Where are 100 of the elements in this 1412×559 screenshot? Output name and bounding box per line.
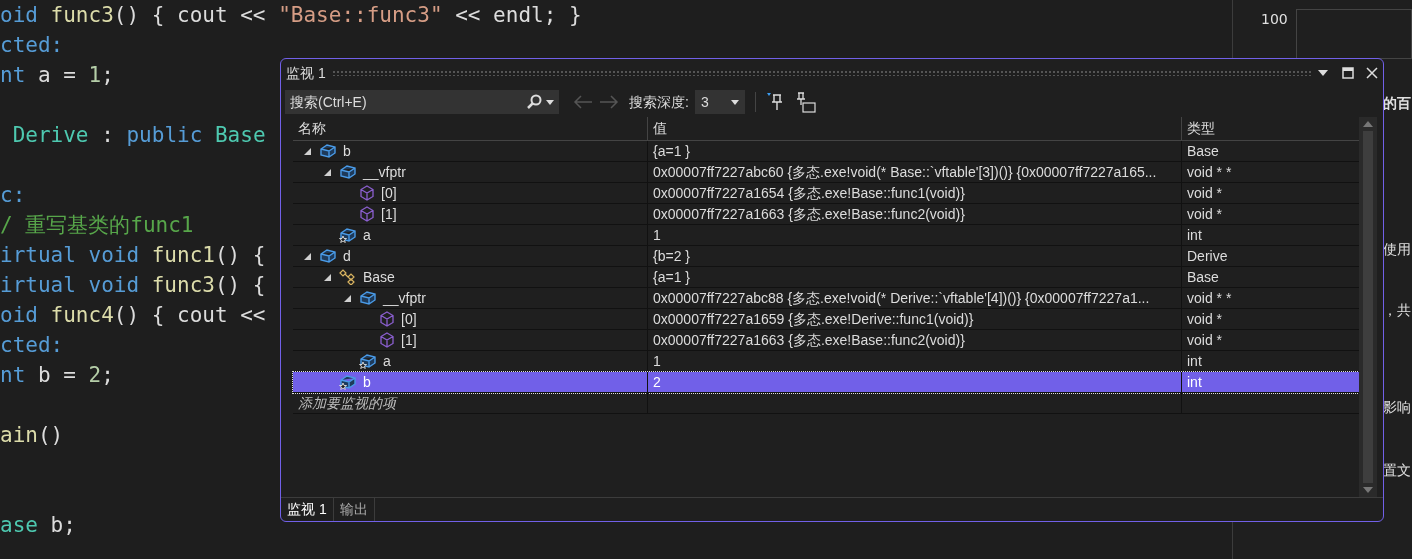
code-token: "Base::func3" xyxy=(278,3,443,27)
scroll-down-icon[interactable] xyxy=(1363,487,1373,493)
watch-row[interactable]: [1] 0x00007ff7227a1663 {多态.exe!Base::func2(void)} void * xyxy=(293,204,1359,225)
cube-icon xyxy=(379,332,395,348)
panel-tab[interactable]: 监视 1 xyxy=(281,498,334,521)
code-token: b; xyxy=(49,513,76,537)
type-cell-text: void * xyxy=(1186,204,1224,224)
code-token: func4 xyxy=(50,303,114,327)
type-cell-text: void * * xyxy=(1186,288,1233,308)
type-cell-text: int xyxy=(1186,372,1203,392)
panel-text: 的百 xyxy=(1382,94,1412,113)
code-token: a = xyxy=(36,63,77,87)
scroll-up-icon[interactable] xyxy=(1363,121,1373,127)
vertical-scrollbar[interactable] xyxy=(1359,117,1377,497)
code-token: b = xyxy=(36,363,77,387)
variable-name: [1] xyxy=(381,204,397,224)
expanded-triangle-icon[interactable] xyxy=(323,273,331,281)
search-input[interactable]: 搜索(Ctrl+E) xyxy=(290,91,526,113)
watch-row[interactable]: __vfptr 0x00007ff7227abc60 {多态.exe!void(* Base::`vftable'[3])()} {0x00007ff7227a165... void * * xyxy=(293,162,1359,183)
code-token: () { cout << xyxy=(113,3,267,27)
field-box-icon xyxy=(339,374,357,390)
code-token: << endl; } xyxy=(454,3,582,27)
value-cell: 0x00007ff7227a1654 {多态.exe!Base::func1(void)} xyxy=(648,183,1182,203)
close-icon[interactable] xyxy=(1366,67,1378,79)
code-token: 2 xyxy=(88,363,102,387)
value-cell: {b=2 } xyxy=(648,246,1182,266)
code-token: ; xyxy=(101,63,114,87)
code-token: Derive xyxy=(11,123,89,147)
panel-text: 置文 xyxy=(1382,461,1412,480)
code-token: Base xyxy=(214,123,266,147)
watch-row[interactable]: __vfptr 0x00007ff7227abc88 {多态.exe!void(* Derive::`vftable'[4])()} {0x00007ff7227a1... void * * xyxy=(293,288,1359,309)
depth-dropdown[interactable]: 3 xyxy=(694,90,745,114)
value-cell: 0x00007ff7227abc88 {多态.exe!void(* Derive::`vftable'[4])()} {0x00007ff7227a1... xyxy=(648,288,1182,308)
caret-icon[interactable] xyxy=(1318,70,1328,76)
field-box-icon xyxy=(339,227,357,243)
add-watch-hint[interactable]: 添加要监视的项 xyxy=(293,392,648,414)
expanded-triangle-icon[interactable] xyxy=(323,168,331,176)
type-cell-text: void * xyxy=(1186,309,1224,329)
value-cell: {a=1 } xyxy=(648,267,1182,287)
code-token: () xyxy=(37,423,64,447)
axis-label: 100 xyxy=(1261,10,1288,29)
watch-row[interactable]: [0] 0x00007ff7227a1654 {多态.exe!Base::func1(void)} void * xyxy=(293,183,1359,204)
cube-icon xyxy=(359,206,375,222)
cube-icon xyxy=(359,185,375,201)
code-token: ; xyxy=(101,363,114,387)
code-token: / 重写基类的func1 xyxy=(0,213,194,237)
caret-icon xyxy=(730,99,739,105)
expanded-triangle-icon[interactable] xyxy=(303,147,311,155)
watch-row[interactable]: b 2 int xyxy=(293,372,1359,393)
window-title: 监视 1 xyxy=(286,63,326,83)
watch-row[interactable]: b {a=1 } Base xyxy=(293,141,1359,162)
panel-tab[interactable]: 输出 xyxy=(333,498,375,521)
maximize-icon[interactable] xyxy=(1342,67,1354,79)
expanded-triangle-icon[interactable] xyxy=(303,252,311,260)
column-header[interactable]: 类型 xyxy=(1182,117,1359,140)
code-token: ain xyxy=(0,423,38,447)
watch-row[interactable]: a 1 int xyxy=(293,225,1359,246)
code-token: c: xyxy=(0,183,26,207)
watch-row[interactable]: Base {a=1 } Base xyxy=(293,267,1359,288)
search-bar[interactable]: 搜索(Ctrl+E) xyxy=(285,90,559,114)
watch-row[interactable]: [1] 0x00007ff7227a1663 {多态.exe!Base::func2(void)} void * xyxy=(293,330,1359,351)
variable-name: d xyxy=(343,246,351,266)
type-cell-text: int xyxy=(1186,351,1203,371)
code-token: irtual void xyxy=(0,243,141,267)
column-header[interactable]: 值 xyxy=(648,117,1182,140)
variable-name: a xyxy=(363,225,371,245)
panel-text: 使用 xyxy=(1382,240,1412,259)
search-icon[interactable] xyxy=(526,94,542,110)
pin-text-icon[interactable] xyxy=(795,91,816,113)
variable-name: a xyxy=(383,351,391,371)
code-token: public xyxy=(126,123,204,147)
code-token: cted: xyxy=(0,33,64,57)
column-header[interactable]: 名称 xyxy=(293,117,648,140)
code-token: nt xyxy=(0,63,26,87)
code-token: func3 xyxy=(151,273,215,297)
type-cell-text: void * xyxy=(1186,330,1224,350)
cube-icon xyxy=(379,311,395,327)
code-token: irtual void xyxy=(0,273,141,297)
type-cell-text: Base xyxy=(1186,141,1220,161)
value-cell: 2 xyxy=(648,372,1182,392)
variable-name: [0] xyxy=(381,183,397,203)
variable-name: [0] xyxy=(401,309,417,329)
code-token: func3 xyxy=(50,3,114,27)
type-cell-text: void * * xyxy=(1186,162,1233,182)
box-icon xyxy=(359,290,377,306)
watch-row[interactable]: [0] 0x00007ff7227a1659 {多态.exe!Derive::func1(void)} void * xyxy=(293,309,1359,330)
box-icon xyxy=(319,248,337,264)
code-token: () { xyxy=(214,273,266,297)
code-token: : xyxy=(100,123,115,147)
code-token: () { cout << xyxy=(113,303,266,327)
code-token: 1 xyxy=(88,63,102,87)
type-cell-text: void * xyxy=(1186,183,1224,203)
code-token: nt xyxy=(0,363,26,387)
panel-text: ，共 xyxy=(1382,301,1412,320)
variable-name: __vfptr xyxy=(363,162,406,182)
pin-icon[interactable] xyxy=(765,92,784,112)
caret-icon[interactable] xyxy=(546,99,554,105)
watch-row[interactable]: d {b=2 } Derive xyxy=(293,246,1359,267)
variable-name: b xyxy=(363,372,371,392)
expanded-triangle-icon[interactable] xyxy=(343,294,351,302)
